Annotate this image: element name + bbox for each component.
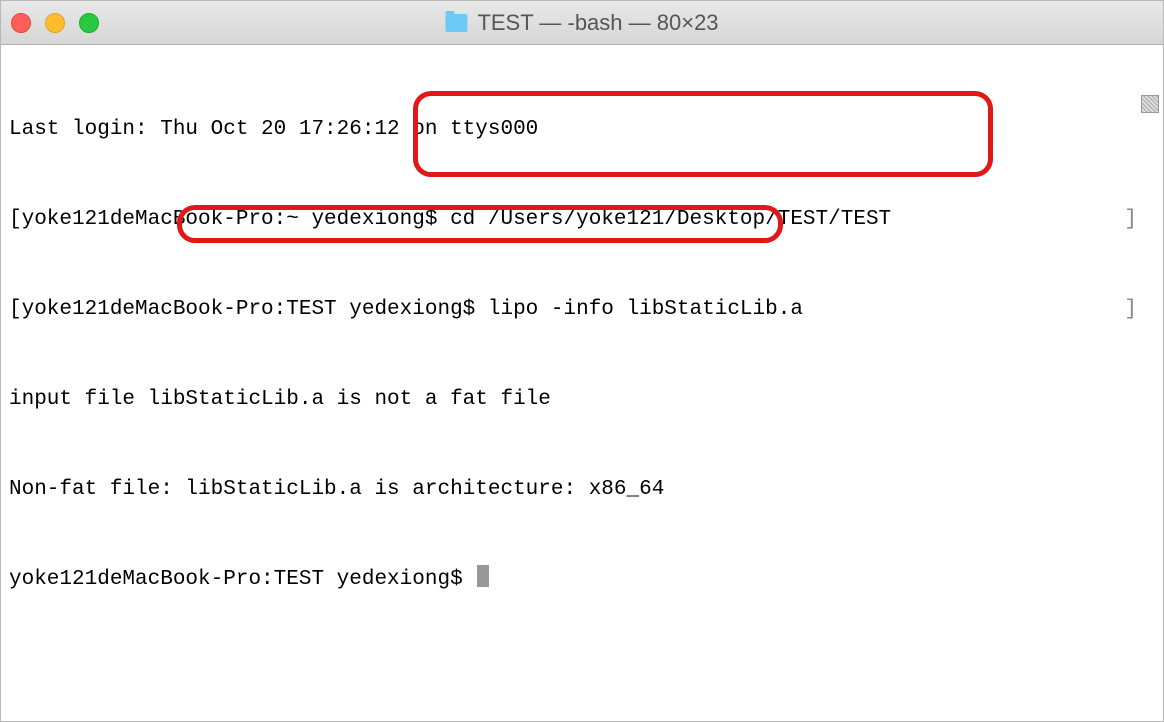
terminal-content-area[interactable]: Last login: Thu Oct 20 17:26:12 on ttys0… (1, 45, 1163, 721)
folder-icon (445, 14, 467, 32)
cursor-block (477, 565, 489, 587)
terminal-line: yoke121deMacBook-Pro:TEST yedexiong$ (9, 565, 1155, 595)
close-button[interactable] (11, 13, 31, 33)
maximize-button[interactable] (79, 13, 99, 33)
minimize-button[interactable] (45, 13, 65, 33)
terminal-line: Last login: Thu Oct 20 17:26:12 on ttys0… (9, 115, 1155, 145)
terminal-line: Non-fat file: libStaticLib.a is architec… (9, 475, 1155, 505)
titlebar[interactable]: TEST — -bash — 80×23 (1, 1, 1163, 45)
terminal-window: TEST — -bash — 80×23 Last login: Thu Oct… (0, 0, 1164, 722)
window-title-area: TEST — -bash — 80×23 (445, 10, 718, 36)
terminal-line: [yoke121deMacBook-Pro:TEST yedexiong$ li… (9, 295, 1155, 325)
traffic-lights (11, 13, 99, 33)
terminal-line: input file libStaticLib.a is not a fat f… (9, 385, 1155, 415)
window-title: TEST — -bash — 80×23 (477, 10, 718, 36)
terminal-line: [yoke121deMacBook-Pro:~ yedexiong$ cd /U… (9, 205, 1155, 235)
